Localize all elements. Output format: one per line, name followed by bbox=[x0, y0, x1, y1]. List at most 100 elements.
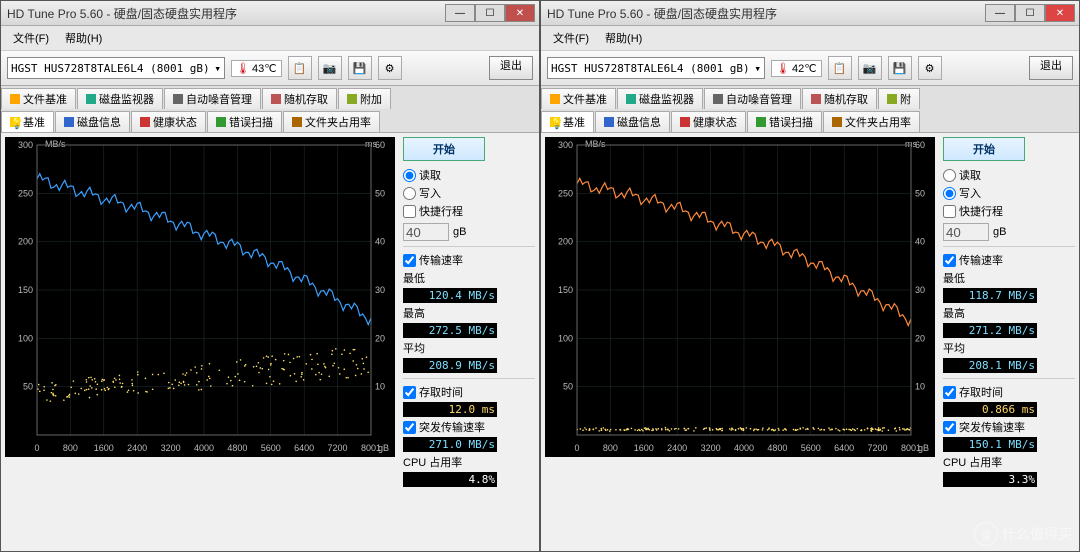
stat-cpu: 4.8% bbox=[403, 472, 497, 487]
tab-extra[interactable]: 附加 bbox=[338, 88, 391, 109]
tab-benchmark[interactable]: 💡基准 bbox=[1, 111, 54, 132]
check-access[interactable] bbox=[403, 386, 416, 399]
tab-error-scan[interactable]: 错误扫描 bbox=[747, 111, 822, 132]
stat-min: 120.4 MB/s bbox=[403, 288, 497, 303]
svg-text:300: 300 bbox=[558, 140, 573, 150]
svg-text:0: 0 bbox=[34, 443, 39, 453]
start-button[interactable]: 开始 bbox=[943, 137, 1025, 161]
svg-text:MB/s: MB/s bbox=[45, 139, 66, 149]
svg-text:1600: 1600 bbox=[634, 443, 654, 453]
drive-select[interactable]: HGST HUS728T8TALE6L4 (8001 gB)▾ bbox=[7, 57, 225, 79]
settings-button[interactable]: ⚙ bbox=[918, 56, 942, 80]
svg-text:50: 50 bbox=[915, 188, 925, 198]
menu-help[interactable]: 帮助(H) bbox=[59, 29, 108, 47]
tab-aam[interactable]: 自动噪音管理 bbox=[164, 88, 261, 109]
quick-row: 快捷行程 bbox=[403, 203, 535, 219]
tab-health[interactable]: 健康状态 bbox=[131, 111, 206, 132]
svg-text:150: 150 bbox=[18, 285, 33, 295]
menu-help[interactable]: 帮助(H) bbox=[599, 29, 648, 47]
tab-health[interactable]: 健康状态 bbox=[671, 111, 746, 132]
tab-folder-usage[interactable]: 文件夹占用率 bbox=[823, 111, 920, 132]
svg-text:20: 20 bbox=[915, 333, 925, 343]
svg-text:10: 10 bbox=[915, 382, 925, 392]
svg-text:7200: 7200 bbox=[328, 443, 348, 453]
minimize-button[interactable]: — bbox=[445, 4, 475, 22]
close-button[interactable]: ✕ bbox=[1045, 4, 1075, 22]
bulb-icon: 💡 bbox=[10, 117, 20, 127]
burst-row: 突发传输速率 bbox=[943, 419, 1075, 435]
svg-text:150: 150 bbox=[558, 285, 573, 295]
window-buttons: — ☐ ✕ bbox=[985, 4, 1079, 22]
copy-button[interactable]: 📋 bbox=[288, 56, 312, 80]
quick-size-input[interactable] bbox=[943, 223, 989, 241]
tab-error-scan[interactable]: 错误扫描 bbox=[207, 111, 282, 132]
maximize-button[interactable]: ☐ bbox=[1015, 4, 1045, 22]
titlebar[interactable]: HD Tune Pro 5.60 - 硬盘/固态硬盘实用程序 — ☐ ✕ bbox=[1, 1, 539, 26]
radio-read[interactable] bbox=[403, 169, 416, 182]
maximize-button[interactable]: ☐ bbox=[475, 4, 505, 22]
tab-disk-monitor[interactable]: 磁盘监视器 bbox=[617, 88, 703, 109]
check-access[interactable] bbox=[943, 386, 956, 399]
watermark: 值 什么值得买 bbox=[974, 522, 1072, 546]
quick-size-input[interactable] bbox=[403, 223, 449, 241]
tab-random-access[interactable]: 随机存取 bbox=[802, 88, 877, 109]
screenshot-button[interactable]: 📷 bbox=[858, 56, 882, 80]
tab-extra[interactable]: 附 bbox=[878, 88, 920, 109]
info-icon bbox=[64, 117, 74, 127]
svg-text:5600: 5600 bbox=[801, 443, 821, 453]
svg-text:40: 40 bbox=[375, 237, 385, 247]
check-quick[interactable] bbox=[943, 205, 956, 218]
tab-benchmark[interactable]: 💡基准 bbox=[541, 111, 594, 132]
label-cpu: CPU 占用率 bbox=[403, 454, 535, 470]
svg-text:40: 40 bbox=[915, 237, 925, 247]
settings-button[interactable]: ⚙ bbox=[378, 56, 402, 80]
menu-file[interactable]: 文件(F) bbox=[7, 29, 55, 47]
drive-select[interactable]: HGST HUS728T8TALE6L4 (8001 gB)▾ bbox=[547, 57, 765, 79]
exit-button[interactable]: 退出 bbox=[489, 56, 533, 80]
window-write: HD Tune Pro 5.60 - 硬盘/固态硬盘实用程序 — ☐ ✕ 文件(… bbox=[540, 0, 1080, 552]
svg-text:7200: 7200 bbox=[868, 443, 888, 453]
check-burst[interactable] bbox=[403, 421, 416, 434]
tab-disk-info[interactable]: 磁盘信息 bbox=[55, 111, 130, 132]
svg-text:3200: 3200 bbox=[161, 443, 181, 453]
titlebar[interactable]: HD Tune Pro 5.60 - 硬盘/固态硬盘实用程序 — ☐ ✕ bbox=[541, 1, 1079, 26]
label-cpu: CPU 占用率 bbox=[943, 454, 1075, 470]
copy-icon: 📋 bbox=[833, 62, 847, 75]
window-title: HD Tune Pro 5.60 - 硬盘/固态硬盘实用程序 bbox=[7, 5, 445, 22]
svg-text:4000: 4000 bbox=[734, 443, 754, 453]
tab-folder-usage[interactable]: 文件夹占用率 bbox=[283, 111, 380, 132]
radio-write[interactable] bbox=[943, 187, 956, 200]
label-min: 最低 bbox=[943, 270, 1075, 286]
check-transfer[interactable] bbox=[943, 254, 956, 267]
exit-button[interactable]: 退出 bbox=[1029, 56, 1073, 80]
radio-write[interactable] bbox=[403, 187, 416, 200]
close-button[interactable]: ✕ bbox=[505, 4, 535, 22]
check-quick[interactable] bbox=[403, 205, 416, 218]
access-row: 存取时间 bbox=[403, 384, 535, 400]
menu-file[interactable]: 文件(F) bbox=[547, 29, 595, 47]
tabs-row-1: 文件基准 磁盘监视器 自动噪音管理 随机存取 附加 bbox=[1, 86, 539, 109]
menubar: 文件(F) 帮助(H) bbox=[541, 26, 1079, 50]
tab-aam[interactable]: 自动噪音管理 bbox=[704, 88, 801, 109]
radio-read[interactable] bbox=[943, 169, 956, 182]
benchmark-chart: 5010015020025030010203040506008001600240… bbox=[545, 137, 935, 457]
disk-icon: 💾 bbox=[353, 62, 367, 75]
save-button[interactable]: 💾 bbox=[888, 56, 912, 80]
stat-cpu: 3.3% bbox=[943, 472, 1037, 487]
svg-text:4800: 4800 bbox=[227, 443, 247, 453]
tab-file-benchmark[interactable]: 文件基准 bbox=[1, 88, 76, 109]
save-button[interactable]: 💾 bbox=[348, 56, 372, 80]
thermometer-icon: 🌡 bbox=[776, 62, 790, 75]
menubar: 文件(F) 帮助(H) bbox=[1, 26, 539, 50]
tab-random-access[interactable]: 随机存取 bbox=[262, 88, 337, 109]
copy-button[interactable]: 📋 bbox=[828, 56, 852, 80]
minimize-button[interactable]: — bbox=[985, 4, 1015, 22]
start-button[interactable]: 开始 bbox=[403, 137, 485, 161]
tab-disk-monitor[interactable]: 磁盘监视器 bbox=[77, 88, 163, 109]
screenshot-button[interactable]: 📷 bbox=[318, 56, 342, 80]
tab-disk-info[interactable]: 磁盘信息 bbox=[595, 111, 670, 132]
stat-avg: 208.9 MB/s bbox=[403, 358, 497, 373]
check-transfer[interactable] bbox=[403, 254, 416, 267]
check-burst[interactable] bbox=[943, 421, 956, 434]
tab-file-benchmark[interactable]: 文件基准 bbox=[541, 88, 616, 109]
